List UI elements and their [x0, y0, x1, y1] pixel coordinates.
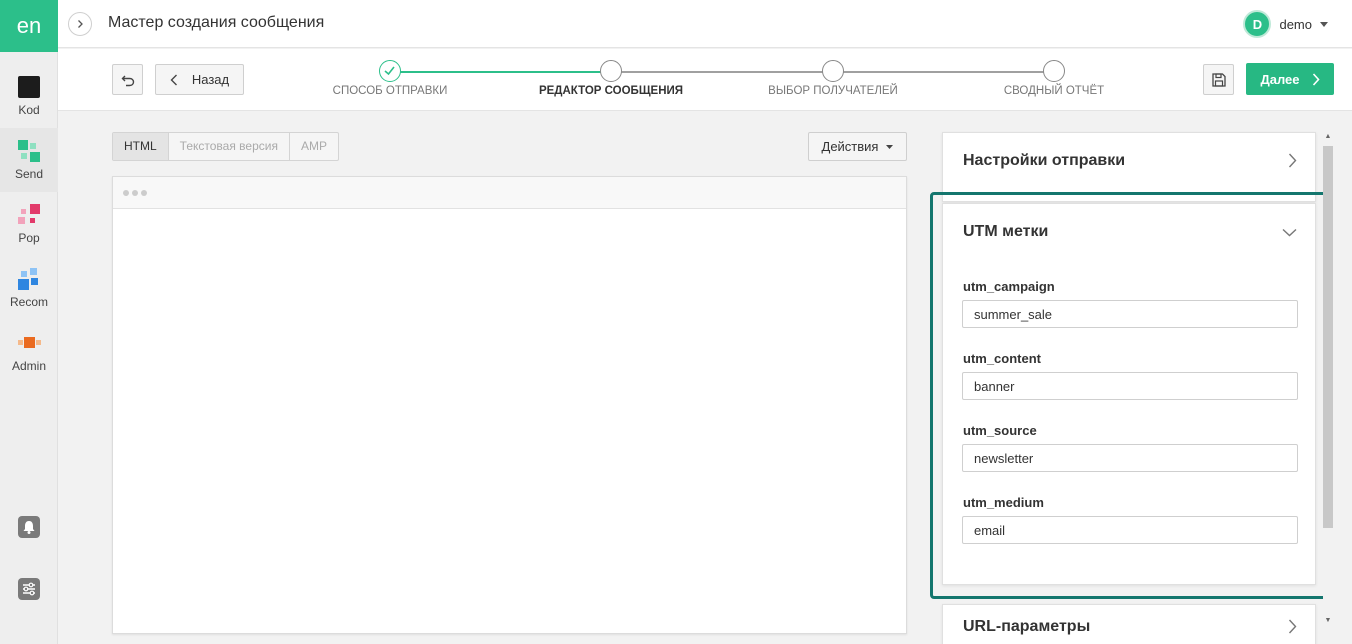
next-button-label: Далее [1260, 71, 1300, 87]
settings-button[interactable] [0, 578, 58, 600]
user-name: demo [1279, 16, 1312, 32]
step-dot-2[interactable] [600, 60, 622, 82]
undo-button[interactable] [112, 64, 143, 95]
step-label-1[interactable]: Способ отправки [333, 85, 448, 97]
rail-item-label: Send [14, 166, 44, 181]
rail-item-label: Pop [18, 230, 40, 245]
tab-amp[interactable]: AMP [290, 133, 338, 160]
actions-dropdown[interactable]: Действия [808, 132, 907, 161]
top-bar: Мастер создания сообщения D demo [58, 0, 1352, 48]
rail-item-recom[interactable]: Recom [0, 256, 58, 320]
utm-campaign-input[interactable] [962, 300, 1298, 328]
chevron-right-icon [1288, 619, 1297, 634]
utm-panel: UTM метки utm_campaign utm_content utm_s… [942, 203, 1316, 585]
wizard-bar: Назад Способ отправки Редактор сообщения… [58, 49, 1352, 111]
rail-item-label: Recom [9, 294, 48, 309]
check-icon [384, 66, 395, 76]
rail-item-pop[interactable]: Pop [0, 192, 58, 256]
chevron-right-icon [1288, 153, 1297, 168]
send-icon [18, 139, 40, 162]
utm-source-input[interactable] [962, 444, 1298, 472]
chevron-right-icon [78, 20, 83, 28]
utm-medium-label: utm_medium [963, 495, 1044, 510]
rail-item-admin[interactable]: Admin [0, 320, 58, 384]
window-dots-icon [123, 190, 147, 196]
caret-down-icon [886, 144, 894, 149]
bell-button[interactable] [0, 516, 58, 538]
utm-content-label: utm_content [963, 351, 1041, 366]
caret-down-icon [1320, 21, 1328, 27]
kod-icon [18, 75, 40, 98]
avatar: D [1243, 10, 1272, 38]
app-logo[interactable]: en [0, 0, 58, 52]
bell-icon [18, 516, 40, 538]
utm-medium-input[interactable] [962, 516, 1298, 544]
chevron-down-icon[interactable] [1282, 228, 1297, 237]
url-params-panel[interactable]: URL-параметры [942, 604, 1316, 644]
editor-canvas[interactable] [112, 176, 907, 634]
utm-content-input[interactable] [962, 372, 1298, 400]
recom-icon [18, 267, 40, 290]
send-settings-title: Настройки отправки [963, 152, 1126, 169]
tab-html[interactable]: HTML [113, 133, 169, 160]
expand-sidebar-button[interactable] [68, 12, 92, 36]
step-connector-done [390, 71, 611, 73]
pop-icon [18, 203, 40, 226]
tab-text-version[interactable]: Текстовая версия [169, 133, 290, 160]
utm-campaign-label: utm_campaign [963, 279, 1055, 294]
step-dot-4[interactable] [1043, 60, 1065, 82]
user-menu[interactable]: D demo [1243, 10, 1328, 38]
rail-item-label: Admin [11, 358, 46, 373]
step-dot-1[interactable] [379, 60, 401, 82]
floppy-disk-icon [1211, 72, 1226, 87]
actions-dropdown-label: Действия [821, 139, 879, 154]
back-button-label: Назад [191, 72, 230, 87]
editor-format-tabs: HTML Текстовая версия AMP [112, 132, 339, 161]
scroll-down-icon[interactable]: ▼ [1323, 614, 1333, 626]
send-settings-panel[interactable]: Настройки отправки [942, 132, 1316, 202]
step-label-2[interactable]: Редактор сообщения [539, 85, 683, 97]
rail-item-label: Kod [18, 102, 40, 117]
admin-icon [18, 332, 41, 354]
panel-scrollbar-thumb[interactable] [1323, 146, 1333, 528]
back-button[interactable]: Назад [155, 64, 244, 95]
save-button[interactable] [1203, 64, 1234, 95]
url-params-title: URL-параметры [963, 618, 1091, 635]
step-label-4[interactable]: Сводный отчёт [1004, 85, 1104, 97]
left-rail: en Kod Send Pop Recom Admin [0, 0, 58, 644]
chevron-left-icon [170, 74, 177, 85]
rail-item-send[interactable]: Send [0, 128, 58, 192]
chevron-right-icon [1312, 72, 1320, 86]
step-dot-3[interactable] [822, 60, 844, 82]
scroll-up-icon[interactable]: ▲ [1323, 130, 1333, 142]
utm-panel-title[interactable]: UTM метки [963, 223, 1048, 241]
page-title: Мастер создания сообщения [108, 14, 325, 31]
undo-icon [121, 75, 134, 86]
utm-source-label: utm_source [963, 423, 1037, 438]
next-button[interactable]: Далее [1246, 63, 1334, 95]
editor-toolbar [113, 177, 906, 209]
step-label-3[interactable]: Выбор получателей [768, 85, 898, 97]
rail-item-kod[interactable]: Kod [0, 64, 58, 128]
sliders-icon [18, 578, 40, 600]
